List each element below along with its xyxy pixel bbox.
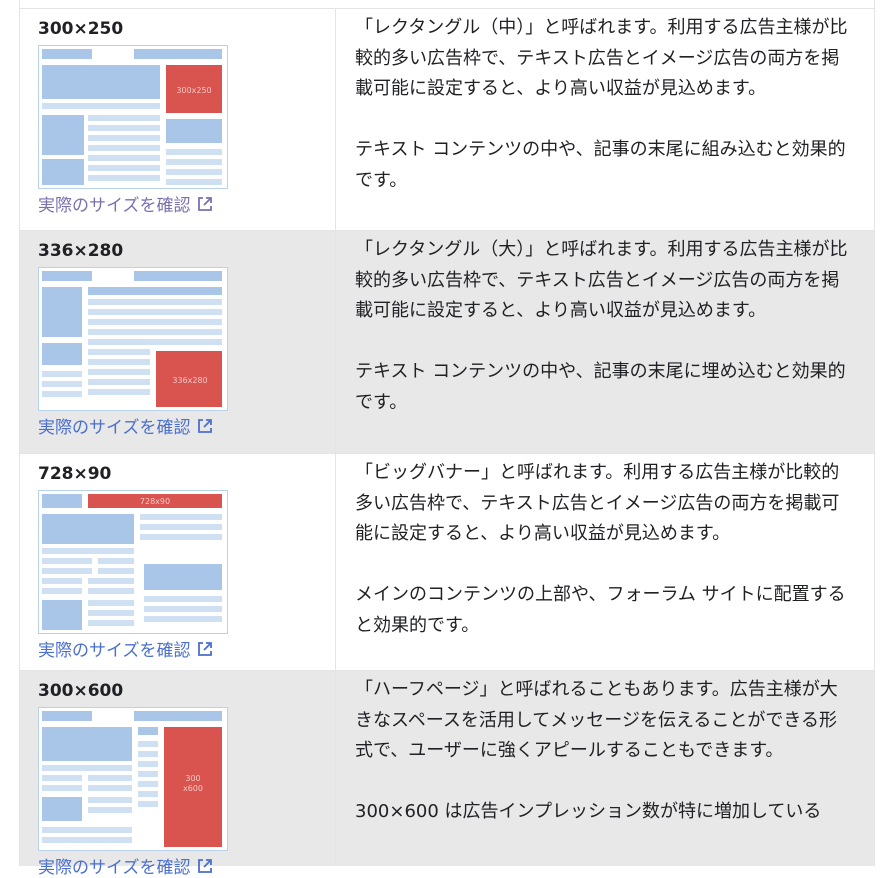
table-top-edge [20,0,874,9]
ad-size-label: 336x280 [172,376,207,385]
table-row: 300×600 300 x600 実際のサイズを確認 「ハーフページ」と呼ばれる… [20,671,874,878]
ad-layout-thumbnail: 300 x600 [38,707,228,851]
ad-description: 「レクタングル（大）」と呼ばれます。利用する広告主様が比較的多い広告枠で、テキス… [355,235,855,418]
table-row: 728×90 728x90 実際のサイズを確認 「ビッグバナー」と呼ばれます。利… [20,454,874,671]
external-link-icon [197,196,212,211]
table-row: 336×280 336x280 実際のサイズを確認 「レクタングル（大）」と呼ば… [20,231,874,454]
ad-layout-thumbnail: 300x250 [38,45,228,189]
link-label: 実際のサイズを確認 [38,196,191,216]
right-gutter [874,0,891,866]
ad-size-label: x600 [183,784,203,793]
description-paragraph: 「ビッグバナー」と呼ばれます。利用する広告主様が比較的多い広告枠で、テキスト広告… [355,462,840,544]
ad-description: 「ビッグバナー」と呼ばれます。利用する広告主様が比較的多い広告枠で、テキスト広告… [355,458,855,641]
column-divider [335,454,336,670]
description-paragraph: テキスト コンテンツの中や、記事の末尾に埋め込むと効果的です。 [355,361,846,413]
table-row: 300×250 300x250 実際のサイズを確認 「レクタングル（中）」と呼ば… [20,9,874,231]
ad-size-title: 336×280 [38,241,124,261]
view-actual-size-link[interactable]: 実際のサイズを確認 [38,636,213,661]
description-paragraph: 「レクタングル（大）」と呼ばれます。利用する広告主様が比較的多い広告枠で、テキス… [355,239,848,321]
description-paragraph: 「ハーフページ」と呼ばれることもあります。広告主様が大きなスペースを活用してメッ… [355,679,838,761]
description-paragraph: テキスト コンテンツの中や、記事の末尾に組み込むと効果的です。 [355,139,846,191]
column-divider [335,9,336,230]
left-gutter [0,0,20,866]
link-label: 実際のサイズを確認 [38,641,191,661]
view-actual-size-link[interactable]: 実際のサイズを確認 [38,191,213,216]
description-paragraph: 「レクタングル（中）」と呼ばれます。利用する広告主様が比較的多い広告枠で、テキス… [355,17,848,99]
column-divider [335,231,336,453]
ad-size-title: 300×250 [38,19,124,39]
ad-size-title: 300×600 [38,681,124,701]
ad-size-label: 300 [185,774,200,783]
ad-size-label: 728x90 [140,497,170,506]
ad-layout-thumbnail: 336x280 [38,267,228,411]
description-paragraph: メインのコンテンツの上部や、フォーラム サイトに配置すると効果的です。 [355,584,846,636]
ad-description: 「ハーフページ」と呼ばれることもあります。広告主様が大きなスペースを活用してメッ… [355,675,855,828]
ad-size-label: 300x250 [176,86,211,95]
view-actual-size-link[interactable]: 実際のサイズを確認 [38,413,213,438]
ad-layout-thumbnail: 728x90 [38,490,228,634]
external-link-icon [197,418,212,433]
ad-size-title: 728×90 [38,464,112,484]
ad-description: 「レクタングル（中）」と呼ばれます。利用する広告主様が比較的多い広告枠で、テキス… [355,13,855,196]
column-divider [335,671,336,866]
description-paragraph: 300×600 は広告インプレッション数が特に増加している [355,801,822,822]
external-link-icon [197,641,212,656]
link-label: 実際のサイズを確認 [38,418,191,438]
